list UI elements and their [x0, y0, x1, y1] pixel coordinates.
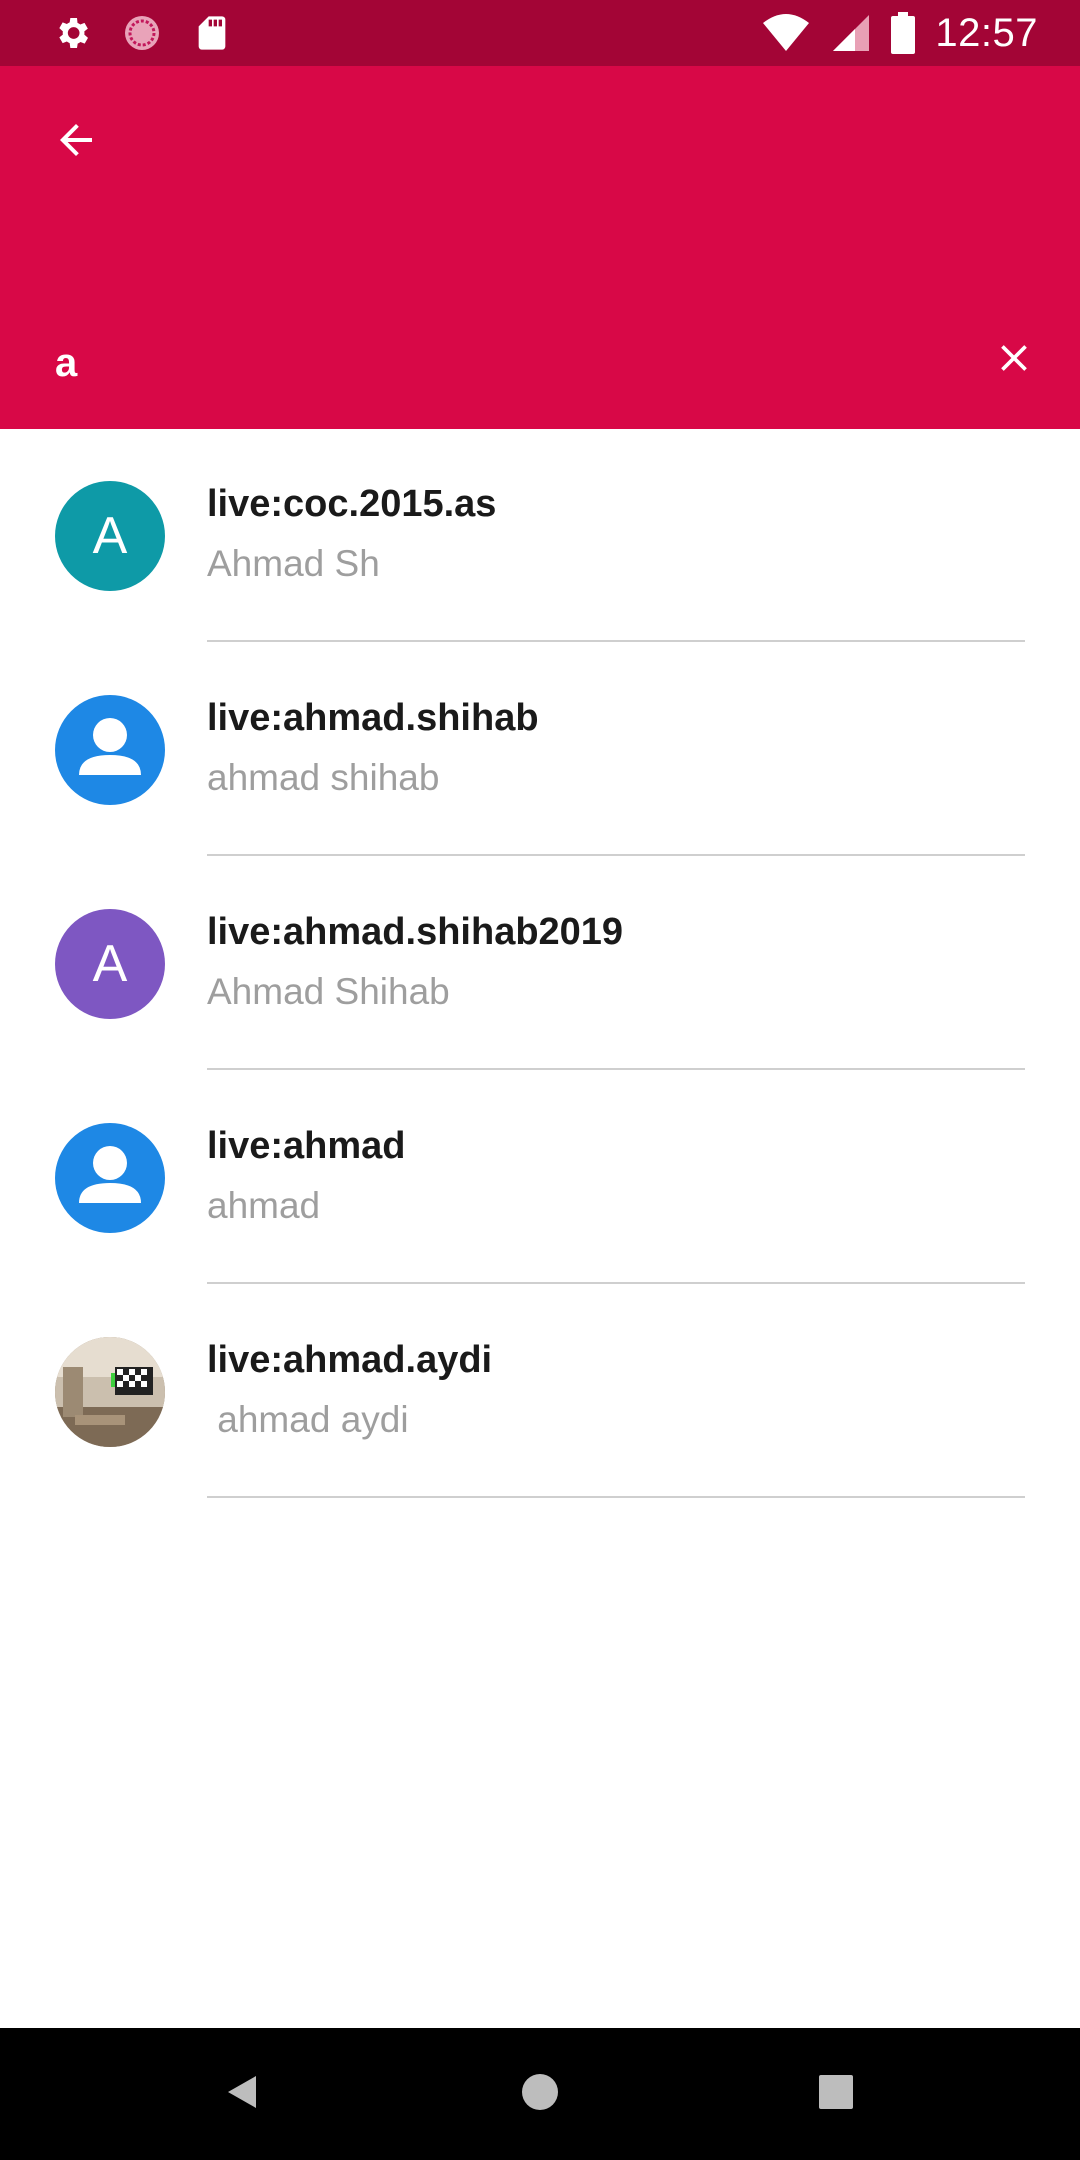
search-results-list: A live:coc.2015.as Ahmad Sh live:ahmad.s…: [0, 429, 1080, 1499]
search-row: [0, 316, 1080, 416]
navigation-bar: [0, 2028, 1080, 2160]
contact-id: live:coc.2015.as: [207, 483, 497, 525]
divider: [207, 854, 1025, 856]
list-item[interactable]: A live:coc.2015.as Ahmad Sh: [0, 429, 1080, 643]
contact-name: Ahmad Shihab: [207, 971, 450, 1012]
sd-card-icon: [192, 13, 232, 53]
divider: [207, 1068, 1025, 1070]
nav-home-button[interactable]: [510, 2064, 570, 2124]
divider: [207, 1496, 1025, 1498]
nav-recents-button[interactable]: [806, 2064, 866, 2124]
divider: [207, 640, 1025, 642]
person-icon: [55, 695, 165, 805]
avatar: [55, 695, 165, 805]
recents-square-icon: [816, 2072, 856, 2117]
list-item[interactable]: live:ahmad.aydi ahmad aydi: [0, 1285, 1080, 1499]
avatar: A: [55, 481, 165, 591]
back-button[interactable]: [44, 110, 108, 174]
sync-icon: [122, 13, 162, 53]
search-input[interactable]: [55, 328, 905, 398]
avatar: [55, 1123, 165, 1233]
divider: [207, 1282, 1025, 1284]
person-icon: [55, 1123, 165, 1233]
contact-name: ahmad aydi: [207, 1399, 409, 1440]
wifi-icon: [761, 13, 811, 53]
avatar-letter: A: [92, 507, 128, 565]
back-triangle-icon: [222, 2072, 262, 2117]
nav-back-button[interactable]: [212, 2064, 272, 2124]
clock-time: 12:57: [935, 10, 1038, 55]
contact-id: live:ahmad.shihab2019: [207, 911, 624, 953]
avatar-photo: [55, 1337, 165, 1447]
list-item[interactable]: A live:ahmad.shihab2019 Ahmad Shihab: [0, 857, 1080, 1071]
contact-name: ahmad: [207, 1185, 321, 1226]
contact-name: Ahmad Sh: [207, 543, 380, 584]
list-item[interactable]: live:ahmad.shihab ahmad shihab: [0, 643, 1080, 857]
avatar: A: [55, 909, 165, 1019]
clear-search-button[interactable]: [984, 330, 1044, 390]
status-bar: 12:57: [0, 0, 1080, 66]
home-circle-icon: [520, 2072, 560, 2117]
contact-name: ahmad shihab: [207, 757, 440, 798]
contact-id: live:ahmad: [207, 1125, 406, 1167]
close-icon: [992, 336, 1036, 385]
contact-id: live:ahmad.aydi: [207, 1339, 493, 1381]
list-item[interactable]: live:ahmad ahmad: [0, 1071, 1080, 1285]
battery-icon: [891, 12, 916, 54]
arrow-left-icon: [52, 116, 100, 169]
signal-icon: [831, 13, 871, 53]
gear-icon: [52, 13, 92, 53]
search-header: [0, 66, 1080, 429]
avatar-letter: A: [92, 935, 128, 993]
contact-id: live:ahmad.shihab: [207, 697, 539, 739]
